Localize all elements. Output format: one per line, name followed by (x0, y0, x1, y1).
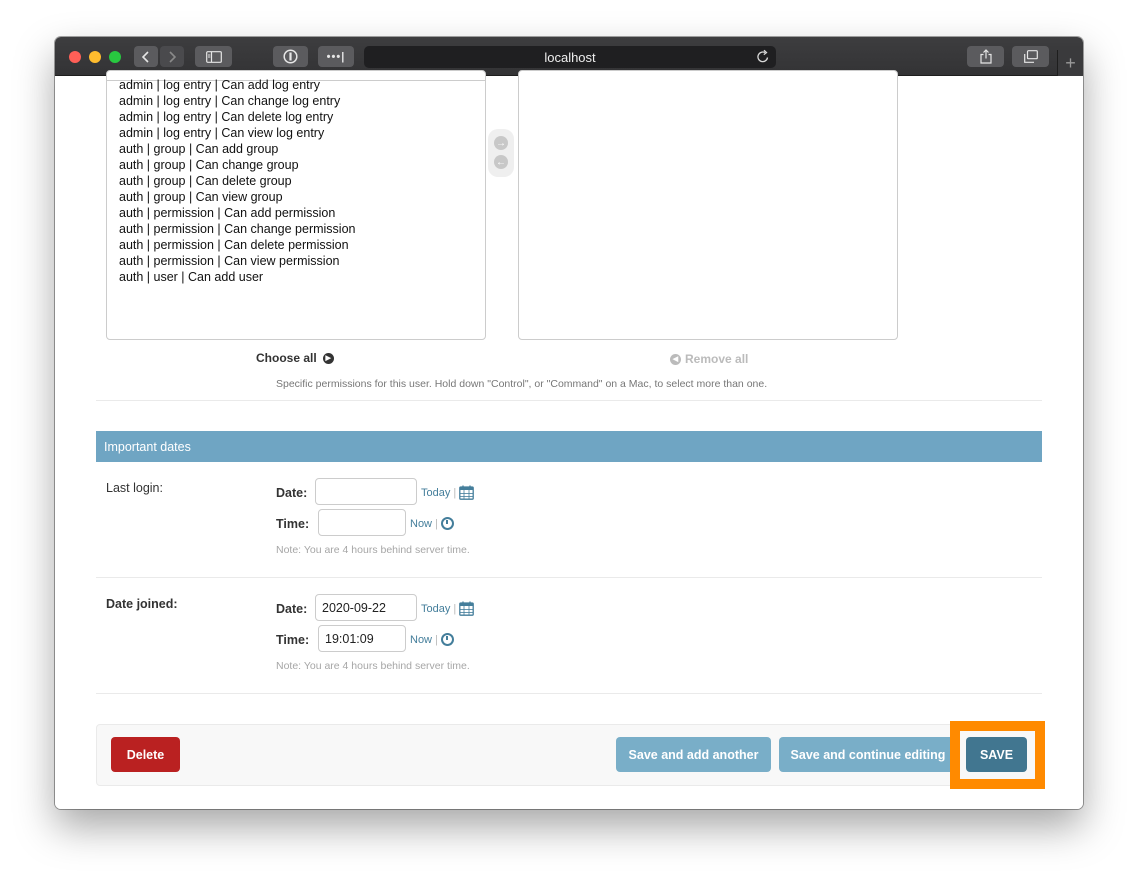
date-joined-time-label: Time: (276, 633, 310, 647)
separator: | (435, 633, 438, 646)
permission-option[interactable]: admin | log entry | Can view log entry (119, 125, 355, 141)
permission-option[interactable]: auth | permission | Can change permissio… (119, 221, 355, 237)
permission-option[interactable]: auth | group | Can delete group (119, 173, 355, 189)
remove-arrow-icon[interactable]: ← (494, 155, 508, 169)
url-text: localhost (544, 49, 596, 65)
save-and-continue-button[interactable]: Save and continue editing (779, 737, 957, 772)
clock-icon[interactable] (440, 633, 454, 646)
tabs-overview-button[interactable] (1012, 46, 1049, 67)
available-permissions-list: admin | log entry | Can add log entry adm… (119, 77, 355, 285)
date-joined-date-label: Date: (276, 602, 308, 616)
chevron-right-icon (169, 50, 176, 63)
sidebar-toggle-button[interactable] (195, 46, 232, 67)
remove-all-link[interactable]: ◀ Remove all (670, 352, 748, 366)
choose-arrow-icon[interactable]: → (494, 136, 508, 150)
date-joined-label: Date joined: (106, 597, 178, 611)
extension-button[interactable]: •••| (318, 46, 354, 67)
permissions-help-text: Specific permissions for this user. Hold… (276, 378, 768, 390)
share-icon (979, 49, 992, 64)
timezone-note: Note: You are 4 hours behind server time… (276, 544, 470, 556)
last-login-time-input[interactable] (318, 509, 406, 536)
share-button[interactable] (967, 46, 1004, 67)
reload-icon[interactable] (756, 49, 770, 64)
divider (96, 577, 1042, 578)
date-joined-date-shortcuts: Today | (421, 601, 475, 616)
date-joined-date-input[interactable]: 2020-09-22 (315, 594, 417, 621)
separator: | (435, 517, 438, 530)
divider (96, 693, 1042, 694)
back-button[interactable] (134, 46, 158, 67)
permission-option[interactable]: auth | permission | Can add permission (119, 205, 355, 221)
choose-all-link[interactable]: Choose all ▶ (256, 351, 334, 365)
permission-option[interactable]: admin | log entry | Can change log entry (119, 93, 355, 109)
forward-button[interactable] (160, 46, 184, 67)
choose-all-label: Choose all (256, 351, 317, 365)
chosen-permissions-select[interactable] (518, 70, 898, 340)
new-tab-button[interactable]: + (1057, 50, 1083, 76)
browser-window: •••| localhost + admin | log entry | Can… (55, 37, 1083, 809)
page-content: admin | log entry | Can add log entry adm… (55, 70, 1083, 809)
important-dates-title: Important dates (104, 439, 191, 454)
divider (96, 400, 1042, 401)
last-login-time-label: Time: (276, 517, 310, 531)
now-link[interactable]: Now (410, 518, 432, 530)
extension-icon: •••| (326, 50, 346, 63)
minimize-window-button[interactable] (89, 51, 101, 63)
permission-option[interactable]: auth | permission | Can view permission (119, 253, 355, 269)
separator: | (453, 486, 457, 499)
last-login-date-label: Date: (276, 486, 308, 500)
permission-option[interactable]: admin | log entry | Can add log entry (119, 77, 355, 93)
today-link[interactable]: Today (421, 603, 450, 615)
tabs-icon (1023, 50, 1038, 63)
address-bar[interactable]: localhost (364, 46, 776, 68)
permission-option[interactable]: auth | user | Can add user (119, 269, 355, 285)
remove-all-label: Remove all (685, 352, 749, 366)
arrow-left-circle-icon: ◀ (670, 353, 681, 365)
last-login-date-input[interactable] (315, 478, 417, 505)
now-link[interactable]: Now (410, 634, 432, 646)
date-joined-time-input[interactable]: 19:01:09 (318, 625, 406, 652)
zoom-window-button[interactable] (109, 51, 121, 63)
chevron-left-icon (142, 50, 149, 63)
plus-icon: + (1065, 52, 1076, 73)
calendar-icon[interactable] (459, 601, 475, 616)
password-manager-button[interactable] (273, 46, 308, 67)
delete-button[interactable]: Delete (111, 737, 180, 772)
selector-move-buttons: → ← (488, 129, 514, 177)
last-login-date-shortcuts: Today | (421, 485, 475, 500)
permission-option[interactable]: auth | group | Can view group (119, 189, 355, 205)
timezone-note: Note: You are 4 hours behind server time… (276, 660, 470, 672)
permission-option[interactable]: auth | group | Can add group (119, 141, 355, 157)
submit-row: Delete Save and add another Save and con… (96, 721, 1045, 789)
last-login-label: Last login: (106, 481, 163, 495)
today-link[interactable]: Today (421, 487, 450, 499)
permission-option[interactable]: admin | log entry | Can delete log entry (119, 109, 355, 125)
password-manager-icon (283, 49, 298, 64)
close-window-button[interactable] (69, 51, 81, 63)
important-dates-header: Important dates (96, 431, 1042, 462)
save-and-add-another-button[interactable]: Save and add another (616, 737, 771, 772)
permission-option[interactable]: auth | permission | Can delete permissio… (119, 237, 355, 253)
permission-option[interactable]: auth | group | Can change group (119, 157, 355, 173)
available-permissions-select[interactable]: admin | log entry | Can add log entry adm… (106, 70, 486, 340)
sidebar-icon (205, 50, 222, 63)
separator: | (453, 602, 457, 615)
save-button[interactable]: SAVE (966, 737, 1027, 772)
date-joined-time-shortcuts: Now | (410, 633, 454, 646)
last-login-time-shortcuts: Now | (410, 517, 454, 530)
arrow-right-circle-icon: ▶ (322, 352, 334, 364)
calendar-icon[interactable] (459, 485, 475, 500)
clock-icon[interactable] (440, 517, 454, 530)
